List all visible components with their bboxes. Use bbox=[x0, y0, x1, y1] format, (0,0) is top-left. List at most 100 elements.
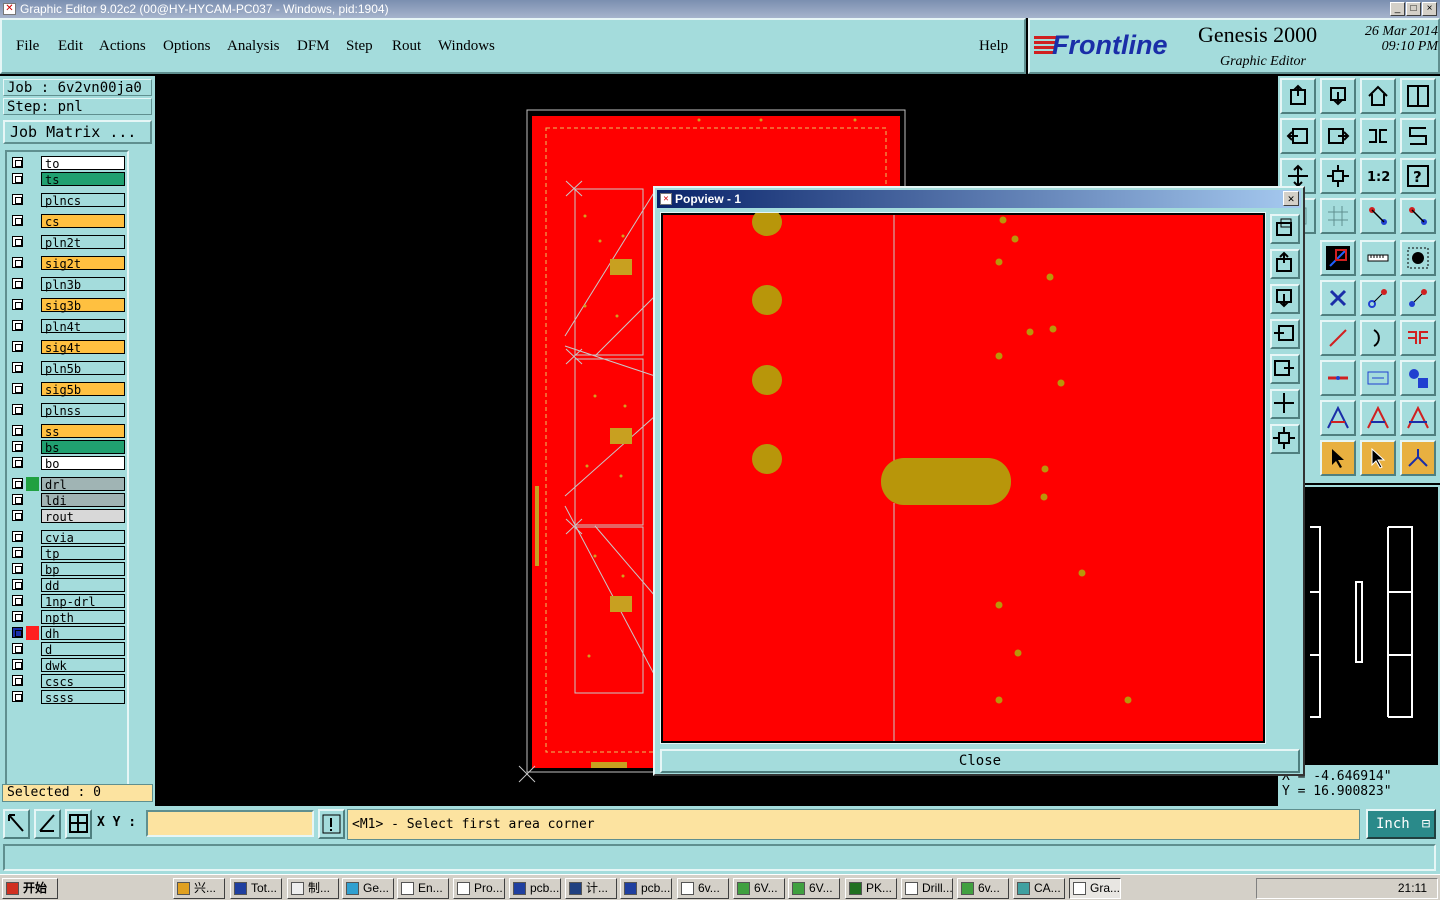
layer-row[interactable]: pln4t bbox=[9, 319, 125, 334]
select-pointer-alt-icon[interactable] bbox=[1360, 440, 1396, 476]
add-point-icon[interactable] bbox=[1400, 280, 1436, 316]
taskbar-item[interactable]: Pro... bbox=[453, 878, 505, 899]
popview-zoom-down-icon[interactable] bbox=[1270, 284, 1300, 314]
pad-icon[interactable] bbox=[1400, 240, 1436, 276]
layer-checkbox[interactable] bbox=[12, 441, 23, 452]
xy-input[interactable] bbox=[146, 810, 314, 837]
layer-checkbox[interactable] bbox=[12, 510, 23, 521]
popview-pan-right-icon[interactable] bbox=[1270, 354, 1300, 384]
layer-checkbox[interactable] bbox=[12, 173, 23, 184]
measure-icon[interactable] bbox=[1360, 360, 1396, 396]
taskbar-item[interactable]: 计... bbox=[565, 878, 617, 899]
layer-row[interactable]: drl bbox=[9, 477, 125, 492]
layer-row[interactable]: pln2t bbox=[9, 235, 125, 250]
layer-row[interactable]: dwk bbox=[9, 658, 125, 673]
layer-checkbox[interactable] bbox=[12, 215, 23, 226]
pan-right-icon[interactable] bbox=[1320, 118, 1356, 154]
layer-row[interactable]: cvia bbox=[9, 530, 125, 545]
layer-row[interactable]: cs bbox=[9, 214, 125, 229]
layer-checkbox[interactable] bbox=[12, 659, 23, 670]
layer-row[interactable]: dd bbox=[9, 578, 125, 593]
layer-checkbox[interactable] bbox=[12, 157, 23, 168]
layer-checkbox[interactable] bbox=[12, 627, 23, 638]
layer-row[interactable]: plncs bbox=[9, 193, 125, 208]
unit-selector[interactable]: Inch ⊟ bbox=[1366, 809, 1436, 839]
popview-canvas[interactable] bbox=[660, 208, 1266, 744]
menu-options[interactable]: Options bbox=[163, 38, 211, 55]
layer-row[interactable]: rout bbox=[9, 509, 125, 524]
draw-color-icon[interactable] bbox=[1320, 240, 1356, 276]
ruler-icon[interactable] bbox=[1360, 240, 1396, 276]
layer-checkbox[interactable] bbox=[12, 299, 23, 310]
taskbar-item[interactable]: pcb... bbox=[620, 878, 672, 899]
popview-extents-icon[interactable] bbox=[1270, 424, 1300, 454]
taskbar-item[interactable]: Drill... bbox=[901, 878, 953, 899]
layer-checkbox[interactable] bbox=[12, 579, 23, 590]
popview-fit-icon[interactable] bbox=[1270, 389, 1300, 419]
delete-point-icon[interactable] bbox=[1320, 280, 1356, 316]
grid-icon[interactable] bbox=[1320, 198, 1356, 234]
popview-close-x-button[interactable]: ✕ bbox=[1283, 191, 1299, 206]
select-pointer-icon[interactable] bbox=[1320, 440, 1356, 476]
layer-checkbox[interactable] bbox=[12, 563, 23, 574]
shapes-icon[interactable] bbox=[1400, 360, 1436, 396]
layer-row[interactable]: bp bbox=[9, 562, 125, 577]
angle-measure-icon[interactable] bbox=[1400, 400, 1436, 436]
move-point-icon[interactable] bbox=[1360, 280, 1396, 316]
layer-checkbox[interactable] bbox=[12, 643, 23, 654]
menu-file[interactable]: File bbox=[16, 38, 39, 55]
taskbar-item[interactable]: 兴... bbox=[173, 878, 225, 899]
taskbar-item[interactable]: Tot... bbox=[230, 878, 282, 899]
taskbar-item[interactable]: En... bbox=[397, 878, 449, 899]
popview-zoom-icon[interactable] bbox=[1270, 214, 1300, 244]
menu-analysis[interactable]: Analysis bbox=[227, 38, 280, 55]
layer-row[interactable]: d bbox=[9, 642, 125, 657]
layer-row[interactable]: cscs bbox=[9, 674, 125, 689]
layer-checkbox[interactable] bbox=[12, 425, 23, 436]
taskbar-item[interactable]: 6v... bbox=[957, 878, 1009, 899]
pan-left-icon[interactable] bbox=[1280, 118, 1316, 154]
taskbar-item[interactable]: PK... bbox=[845, 878, 897, 899]
menu-actions[interactable]: Actions bbox=[99, 38, 146, 55]
taskbar-item[interactable]: 6v... bbox=[677, 878, 729, 899]
taskbar-item[interactable]: 6V... bbox=[788, 878, 840, 899]
zoom-down-icon[interactable] bbox=[1320, 78, 1356, 114]
net-highlight-icon[interactable] bbox=[1400, 198, 1436, 234]
layer-checkbox[interactable] bbox=[12, 531, 23, 542]
layer-row[interactable]: to bbox=[9, 156, 125, 171]
angle-red-icon[interactable] bbox=[1360, 400, 1396, 436]
layer-row[interactable]: pln5b bbox=[9, 361, 125, 376]
layer-row[interactable]: bo bbox=[9, 456, 125, 471]
layer-row[interactable]: sig4t bbox=[9, 340, 125, 355]
scale-one-to-two-icon[interactable]: 1:2 bbox=[1360, 158, 1396, 194]
layer-checkbox[interactable] bbox=[12, 236, 23, 247]
snake-icon[interactable] bbox=[1400, 118, 1436, 154]
window-titlebar[interactable]: ✕ Graphic Editor 9.02c2 (00@HY-HYCAM-PC0… bbox=[0, 0, 1440, 18]
popview-titlebar[interactable]: Popview - 1 bbox=[657, 190, 1301, 208]
layer-checkbox[interactable] bbox=[12, 595, 23, 606]
menu-rout[interactable]: Rout bbox=[392, 38, 421, 55]
layer-checkbox[interactable] bbox=[12, 278, 23, 289]
layer-row[interactable]: bs bbox=[9, 440, 125, 455]
layer-checkbox[interactable] bbox=[12, 457, 23, 468]
layer-checkbox[interactable] bbox=[12, 383, 23, 394]
taskbar-item[interactable]: CA... bbox=[1013, 878, 1065, 899]
layer-row[interactable]: tp bbox=[9, 546, 125, 561]
layer-checkbox[interactable] bbox=[12, 547, 23, 558]
window-layout-icon[interactable] bbox=[1400, 78, 1436, 114]
angle-icon[interactable] bbox=[1320, 400, 1356, 436]
layer-row[interactable]: sig3b bbox=[9, 298, 125, 313]
layer-row[interactable]: 1np-drl bbox=[9, 594, 125, 609]
menu-dfm[interactable]: DFM bbox=[297, 38, 330, 55]
net-connect-icon[interactable] bbox=[1360, 198, 1396, 234]
minimize-button[interactable]: _ bbox=[1390, 2, 1405, 16]
job-matrix-button[interactable]: Job Matrix ... bbox=[3, 120, 152, 144]
resize-icon[interactable] bbox=[3, 809, 30, 839]
layer-row[interactable]: ldi bbox=[9, 493, 125, 508]
menu-step[interactable]: Step bbox=[346, 38, 373, 55]
taskbar-item[interactable]: Gra... bbox=[1069, 878, 1121, 899]
layer-checkbox[interactable] bbox=[12, 362, 23, 373]
route-select-icon[interactable] bbox=[1400, 440, 1436, 476]
layer-checkbox[interactable] bbox=[12, 494, 23, 505]
taskbar-item[interactable]: Ge... bbox=[342, 878, 394, 899]
